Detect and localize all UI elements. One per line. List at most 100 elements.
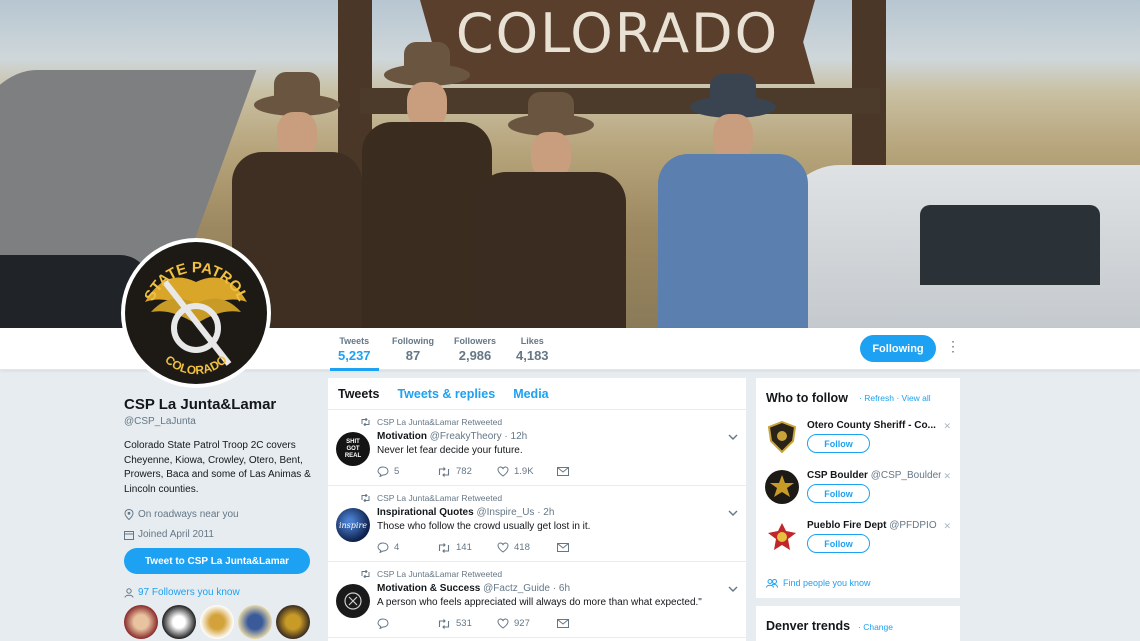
followers-you-know-link[interactable]: 97 Followers you know	[124, 587, 240, 598]
follower-avatar[interactable]	[200, 605, 234, 639]
like-button[interactable]: 418	[497, 542, 557, 553]
tweet-avatar-text: inspire	[338, 520, 368, 530]
who-to-follow-links: · Refresh · View all	[859, 393, 931, 403]
timeline-tabs: Tweets Tweets & replies Media	[328, 378, 746, 410]
like-button[interactable]: 1.9K	[497, 466, 557, 477]
profile-avatar[interactable]: STATE PATROL COLORADO	[121, 238, 271, 388]
tweet-item[interactable]: CSP La Junta&Lamar Retweeted SHIT GOT RE…	[328, 410, 746, 486]
stat-following[interactable]: Following 87	[392, 336, 434, 363]
follower-avatar[interactable]	[276, 605, 310, 639]
message-button[interactable]	[557, 618, 617, 629]
suggestion-name[interactable]: CSP Boulder @CSP_Boulder	[807, 470, 941, 481]
stat-following-value: 87	[405, 348, 421, 363]
heart-icon	[497, 466, 509, 477]
followers-you-know-text: 97 Followers you know	[138, 587, 240, 598]
location-text: On roadways near you	[138, 509, 239, 520]
chevron-down-icon[interactable]	[728, 584, 738, 595]
tweet-to-button[interactable]: Tweet to CSP La Junta&Lamar	[124, 548, 310, 574]
view-all-link[interactable]: · View all	[896, 393, 930, 403]
chevron-down-icon[interactable]	[728, 508, 738, 519]
suggestion-avatar[interactable]	[765, 520, 799, 554]
tweet-item[interactable]: CSP La Junta&Lamar Retweeted Motivation …	[328, 562, 746, 638]
tweet-time[interactable]: · 12h	[504, 431, 527, 442]
stat-tweets[interactable]: Tweets 5,237	[330, 336, 378, 371]
suggestion-avatar[interactable]	[765, 470, 799, 504]
logo-icon	[344, 592, 362, 610]
dismiss-icon[interactable]: ✕	[943, 471, 951, 482]
tweet-header: Inspirational Quotes @Inspire_Us · 2h	[377, 507, 554, 518]
like-count: 927	[514, 618, 530, 629]
follow-button[interactable]: Follow	[807, 484, 870, 503]
profile-location: On roadways near you	[124, 509, 314, 520]
tweet-author-handle[interactable]: @Factz_Guide	[483, 583, 550, 594]
timeline: Tweets Tweets & replies Media CSP La Jun…	[328, 378, 746, 641]
chevron-down-icon[interactable]	[728, 432, 738, 443]
follower-avatar[interactable]	[124, 605, 158, 639]
stat-likes-label: Likes	[520, 336, 544, 346]
sheriff-shield-icon	[767, 421, 797, 453]
follower-avatar[interactable]	[162, 605, 196, 639]
stat-followers[interactable]: Followers 2,986	[454, 336, 496, 363]
reply-button[interactable]	[377, 618, 437, 629]
retweet-button[interactable]: 141	[437, 542, 497, 553]
tab-media[interactable]: Media	[513, 387, 548, 401]
tweet-author-handle[interactable]: @FreakyTheory	[430, 431, 502, 442]
like-button[interactable]: 927	[497, 618, 557, 629]
follow-button[interactable]: Follow	[807, 434, 870, 453]
suggestion-item: Otero County Sheriff - Co... ✕ Follow	[756, 418, 960, 468]
followers-you-know-avatars	[124, 605, 310, 639]
tweet-author-name[interactable]: Motivation	[377, 431, 427, 442]
find-people-text: Find people you know	[783, 578, 871, 588]
profile-name[interactable]: CSP La Junta&Lamar	[124, 396, 314, 413]
retweet-small-icon	[361, 494, 370, 502]
message-button[interactable]	[557, 542, 617, 553]
suggestion-name[interactable]: Pueblo Fire Dept @PFDPIO	[807, 520, 937, 531]
refresh-link[interactable]: · Refresh	[859, 393, 894, 403]
profile-card: CSP La Junta&Lamar @CSP_LaJunta Colorado…	[124, 396, 314, 540]
trends-change-link[interactable]: · Change	[858, 622, 893, 632]
tweet-item[interactable]: CSP La Junta&Lamar Retweeted inspire Ins…	[328, 486, 746, 562]
person-icon	[124, 587, 134, 598]
envelope-icon	[557, 467, 569, 476]
suggestion-name[interactable]: Otero County Sheriff - Co...	[807, 420, 936, 431]
dismiss-icon[interactable]: ✕	[943, 421, 951, 432]
retweet-count: 531	[456, 618, 472, 629]
retweet-context: CSP La Junta&Lamar Retweeted	[360, 417, 502, 427]
stat-following-label: Following	[392, 336, 434, 346]
tab-tweets-replies[interactable]: Tweets & replies	[397, 387, 495, 401]
tweet-author-name[interactable]: Inspirational Quotes	[377, 507, 474, 518]
tweet-time[interactable]: · 2h	[537, 507, 554, 518]
reply-button[interactable]: 5	[377, 466, 437, 477]
retweet-context-text: CSP La Junta&Lamar Retweeted	[377, 569, 503, 579]
stat-followers-label: Followers	[454, 336, 497, 346]
tweet-avatar[interactable]	[336, 584, 370, 618]
envelope-icon	[557, 543, 569, 552]
follower-avatar[interactable]	[238, 605, 272, 639]
suggestion-avatar[interactable]	[765, 420, 799, 454]
message-button[interactable]	[557, 466, 617, 477]
more-options-icon[interactable]: ⋮	[946, 338, 960, 355]
retweet-small-icon	[361, 418, 370, 426]
following-button[interactable]: Following	[860, 335, 936, 362]
tweet-author-handle[interactable]: @Inspire_Us	[476, 507, 534, 518]
tweet-time[interactable]: · 6h	[553, 583, 570, 594]
dismiss-icon[interactable]: ✕	[943, 521, 951, 532]
suggestion-item: CSP Boulder @CSP_Boulder ✕ Follow	[756, 468, 960, 518]
stat-likes[interactable]: Likes 4,183	[516, 336, 549, 363]
tweet-avatar[interactable]: inspire	[336, 508, 370, 542]
trooper-2	[362, 42, 492, 328]
reply-count: 4	[394, 542, 400, 553]
retweet-context-text: CSP La Junta&Lamar Retweeted	[377, 493, 503, 503]
find-people-link[interactable]: Find people you know	[766, 578, 871, 588]
tweet-author-name[interactable]: Motivation & Success	[377, 583, 480, 594]
people-icon	[766, 578, 778, 588]
profile-handle[interactable]: @CSP_LaJunta	[124, 416, 314, 427]
retweet-button[interactable]: 782	[437, 466, 497, 477]
retweet-context: CSP La Junta&Lamar Retweeted	[360, 493, 502, 503]
stat-tweets-value: 5,237	[338, 348, 371, 363]
tweet-avatar[interactable]: SHIT GOT REAL	[336, 432, 370, 466]
retweet-button[interactable]: 531	[437, 618, 497, 629]
reply-button[interactable]: 4	[377, 542, 437, 553]
follow-button[interactable]: Follow	[807, 534, 870, 553]
tab-tweets[interactable]: Tweets	[338, 387, 379, 401]
